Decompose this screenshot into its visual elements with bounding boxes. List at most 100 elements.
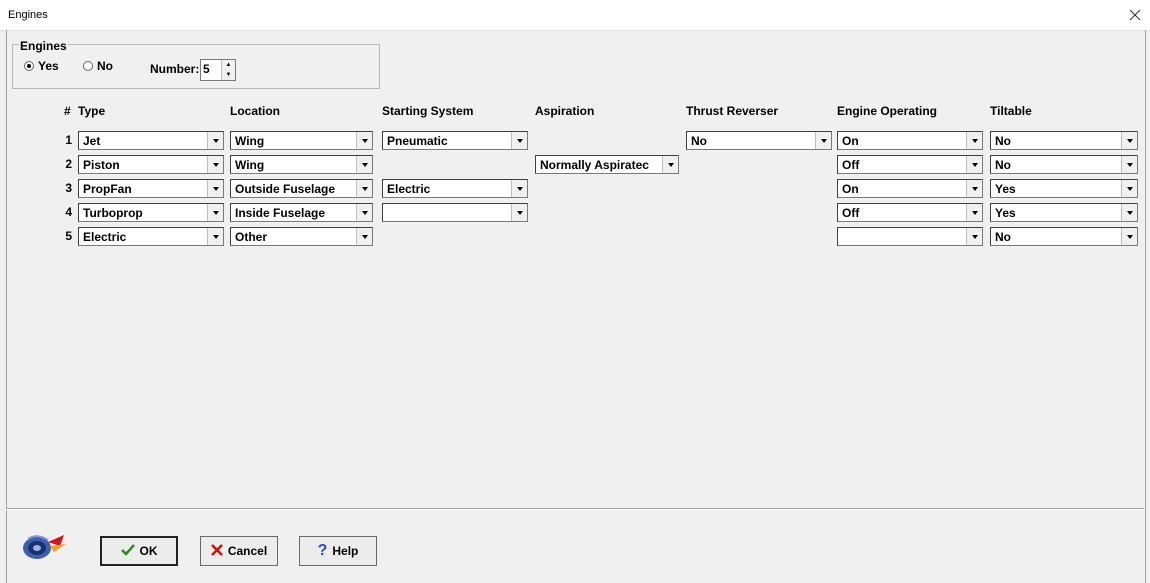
dropdown-arrow-icon[interactable] — [966, 204, 982, 221]
tiltable-dropdown[interactable]: No — [990, 155, 1138, 174]
radio-no-label: No — [97, 59, 113, 73]
type-dropdown[interactable]: Piston — [78, 155, 224, 174]
location-value: Wing — [235, 134, 265, 148]
dropdown-arrow-icon[interactable] — [815, 132, 831, 149]
dropdown-arrow-icon[interactable] — [511, 180, 527, 197]
aspiration-value: Normally Aspiratec — [540, 158, 649, 172]
dropdown-arrow-icon[interactable] — [356, 156, 372, 173]
dropdown-arrow-icon[interactable] — [356, 228, 372, 245]
dropdown-arrow-icon[interactable] — [1121, 204, 1137, 221]
help-button[interactable]: ? Help — [299, 536, 377, 566]
type-dropdown[interactable]: Jet — [78, 131, 224, 150]
type-value: Piston — [83, 158, 120, 172]
dropdown-arrow-icon[interactable] — [207, 204, 223, 221]
dropdown-arrow-icon[interactable] — [356, 180, 372, 197]
dropdown-arrow-icon[interactable] — [207, 132, 223, 149]
dropdown-arrow-icon[interactable] — [207, 180, 223, 197]
location-dropdown[interactable]: Outside Fuselage — [230, 179, 373, 198]
spin-down-icon[interactable]: ▼ — [222, 70, 235, 80]
type-dropdown[interactable]: Turboprop — [78, 203, 224, 222]
header-type: Type — [78, 104, 106, 118]
engines-group-legend: Engines — [19, 39, 68, 53]
reverser-dropdown[interactable]: No — [686, 131, 832, 150]
dropdown-arrow-icon[interactable] — [966, 180, 982, 197]
number-value[interactable]: 5 — [203, 62, 210, 76]
tiltable-dropdown[interactable]: Yes — [990, 179, 1138, 198]
location-dropdown[interactable]: Other — [230, 227, 373, 246]
ok-button-label: OK — [139, 544, 158, 558]
tiltable-value: Yes — [995, 206, 1016, 220]
tiltable-dropdown[interactable]: No — [990, 227, 1138, 246]
location-value: Wing — [235, 158, 265, 172]
starting-dropdown[interactable]: Electric — [382, 179, 528, 198]
dropdown-arrow-icon[interactable] — [966, 156, 982, 173]
radio-no[interactable]: No — [83, 59, 113, 73]
operating-dropdown[interactable]: On — [837, 131, 983, 150]
header-engine-operating: Engine Operating — [837, 104, 938, 118]
close-icon[interactable] — [1120, 0, 1150, 30]
location-dropdown[interactable]: Inside Fuselage — [230, 203, 373, 222]
operating-dropdown[interactable]: Off — [837, 203, 983, 222]
row-number: 5 — [65, 229, 72, 243]
starting-value: Pneumatic — [387, 134, 448, 148]
tiltable-dropdown[interactable]: No — [990, 131, 1138, 150]
dropdown-arrow-icon[interactable] — [207, 156, 223, 173]
dropdown-arrow-icon[interactable] — [966, 228, 982, 245]
radio-yes-dot[interactable] — [24, 61, 34, 71]
cancel-button[interactable]: Cancel — [200, 536, 278, 566]
number-label: Number: — [150, 62, 200, 76]
starting-value: Electric — [387, 182, 431, 196]
dropdown-arrow-icon[interactable] — [966, 132, 982, 149]
location-dropdown[interactable]: Wing — [230, 131, 373, 150]
header-thrust-reverser: Thrust Reverser — [686, 104, 779, 118]
aspiration-dropdown[interactable]: Normally Aspiratec — [535, 155, 679, 174]
header-tiltable: Tiltable — [990, 104, 1032, 118]
tiltable-dropdown[interactable]: Yes — [990, 203, 1138, 222]
checkmark-icon — [120, 543, 135, 559]
operating-value: On — [842, 182, 859, 196]
header-aspiration: Aspiration — [535, 104, 595, 118]
cancel-button-label: Cancel — [227, 544, 268, 558]
radio-no-dot[interactable] — [83, 61, 93, 71]
operating-dropdown[interactable]: On — [837, 179, 983, 198]
row-number: 1 — [65, 133, 72, 147]
location-value: Outside Fuselage — [235, 182, 336, 196]
dropdown-arrow-icon[interactable] — [511, 204, 527, 221]
starting-dropdown[interactable] — [382, 203, 528, 222]
title-bar: Engines — [0, 0, 1150, 31]
dropdown-arrow-icon[interactable] — [1121, 156, 1137, 173]
header-location: Location — [230, 104, 280, 118]
type-dropdown[interactable]: PropFan — [78, 179, 224, 198]
tiltable-value: No — [995, 230, 1011, 244]
location-dropdown[interactable]: Wing — [230, 155, 373, 174]
location-value: Inside Fuselage — [235, 206, 326, 220]
header-num: # — [64, 104, 71, 118]
location-value: Other — [235, 230, 268, 244]
dropdown-arrow-icon[interactable] — [356, 204, 372, 221]
dropdown-arrow-icon[interactable] — [207, 228, 223, 245]
operating-value: Off — [842, 206, 860, 220]
dropdown-arrow-icon[interactable] — [511, 132, 527, 149]
spin-up-icon[interactable]: ▲ — [222, 60, 235, 70]
row-number: 3 — [65, 181, 72, 195]
type-value: Electric — [83, 230, 127, 244]
type-value: Jet — [83, 134, 101, 148]
type-value: Turboprop — [83, 206, 143, 220]
tiltable-value: No — [995, 158, 1011, 172]
dropdown-arrow-icon[interactable] — [662, 156, 678, 173]
number-spinner[interactable]: 5 ▲ ▼ — [200, 59, 236, 81]
dropdown-arrow-icon[interactable] — [1121, 228, 1137, 245]
operating-dropdown[interactable]: Off — [837, 155, 983, 174]
starting-dropdown[interactable]: Pneumatic — [382, 131, 528, 150]
radio-yes-label: Yes — [38, 59, 59, 73]
dropdown-arrow-icon[interactable] — [356, 132, 372, 149]
ok-button[interactable]: OK — [100, 536, 178, 566]
operating-dropdown[interactable] — [837, 227, 983, 246]
footer-separator — [6, 508, 1144, 510]
dropdown-arrow-icon[interactable] — [1121, 132, 1137, 149]
x-icon — [210, 543, 223, 559]
radio-yes[interactable]: Yes — [24, 59, 59, 73]
type-dropdown[interactable]: Electric — [78, 227, 224, 246]
operating-value: Off — [842, 158, 860, 172]
dropdown-arrow-icon[interactable] — [1121, 180, 1137, 197]
